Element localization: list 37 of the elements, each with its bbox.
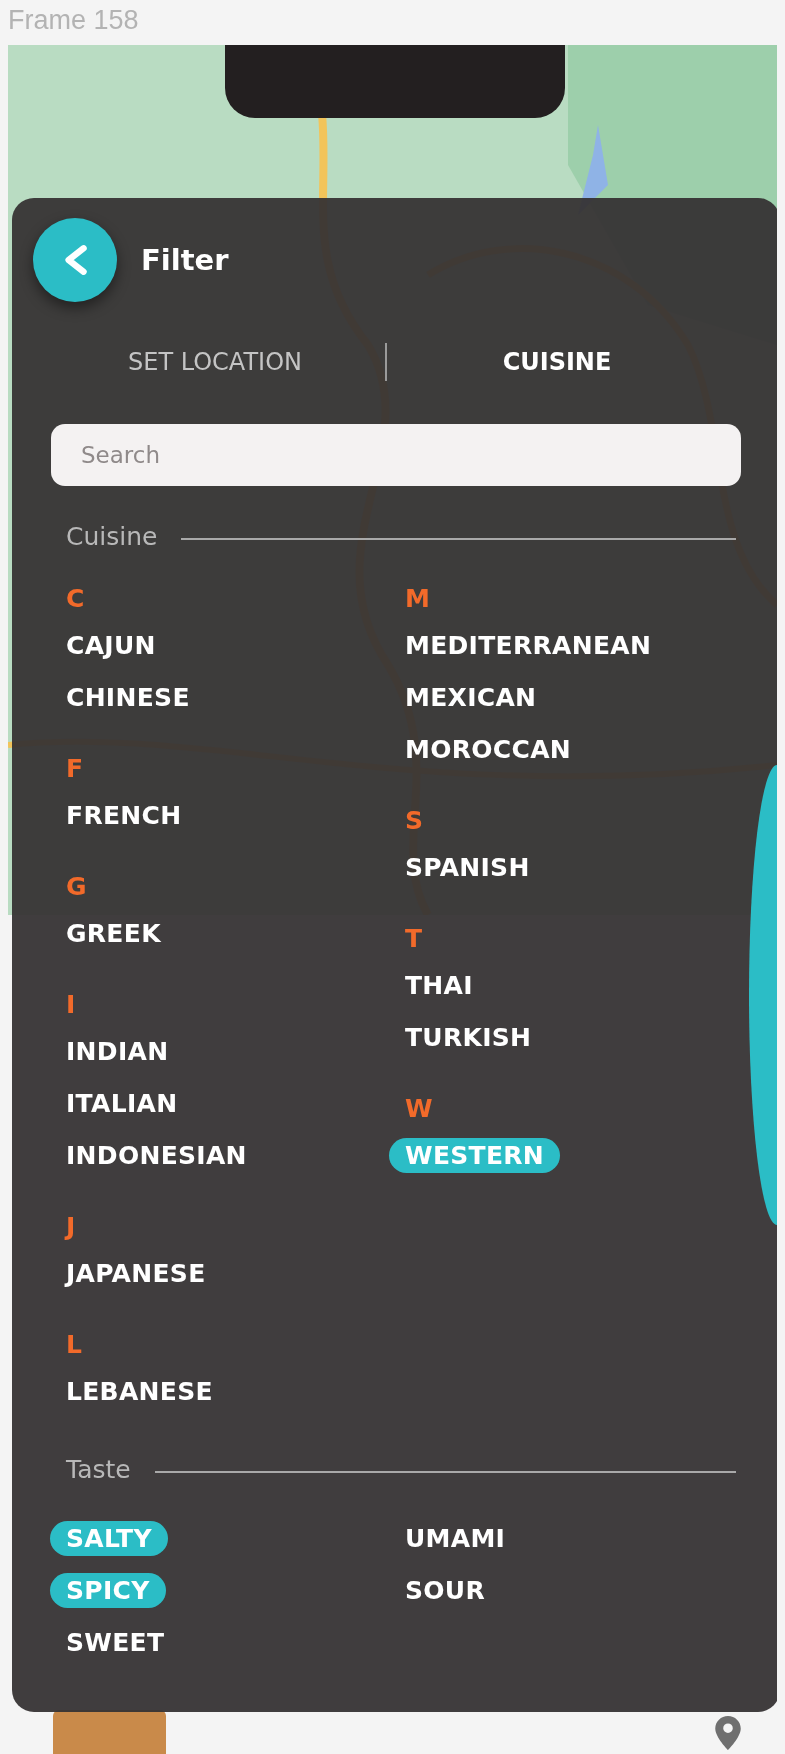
back-chevron-icon: [62, 244, 88, 276]
option-chip[interactable]: CAJUN: [50, 627, 172, 663]
option-chip[interactable]: MEDITERRANEAN: [389, 627, 668, 663]
section-heading: Taste: [66, 1455, 131, 1484]
option-chip[interactable]: SOUR: [389, 1572, 501, 1608]
location-pin-icon: [715, 1716, 741, 1750]
option-chip[interactable]: TURKISH: [389, 1019, 548, 1055]
option-chip[interactable]: MOROCCAN: [389, 731, 587, 767]
letter-heading: F: [66, 753, 85, 785]
filter-tab[interactable]: SET LOCATION: [65, 348, 365, 376]
option-chip[interactable]: UMAMI: [389, 1520, 522, 1556]
letter-heading: J: [66, 1211, 77, 1243]
letter-heading: G: [66, 871, 88, 903]
search-field[interactable]: Search: [51, 424, 741, 486]
option-chip[interactable]: SPANISH: [389, 849, 546, 885]
option-chip[interactable]: LEBANESE: [50, 1373, 229, 1409]
option-chip[interactable]: GREEK: [50, 915, 177, 951]
letter-heading: L: [66, 1329, 83, 1361]
filter-tab[interactable]: CUISINE: [407, 348, 707, 376]
option-chip[interactable]: JAPANESE: [50, 1255, 222, 1291]
option-chip[interactable]: MEXICAN: [389, 679, 553, 715]
option-chip[interactable]: THAI: [389, 967, 489, 1003]
section-heading: Cuisine: [66, 522, 158, 551]
option-chip[interactable]: INDONESIAN: [50, 1137, 263, 1173]
letter-heading: S: [405, 805, 424, 837]
filter-title: Filter: [141, 243, 229, 277]
letter-heading: W: [405, 1093, 434, 1125]
option-chip[interactable]: INDIAN: [50, 1033, 185, 1069]
letter-heading: M: [405, 583, 431, 615]
option-chip[interactable]: CHINESE: [50, 679, 206, 715]
letter-heading: C: [66, 583, 86, 615]
letter-heading: T: [405, 923, 424, 955]
letter-heading: I: [66, 989, 77, 1021]
option-chip[interactable]: FRENCH: [50, 797, 198, 833]
option-chip[interactable]: ITALIAN: [50, 1085, 194, 1121]
option-chip[interactable]: SWEET: [50, 1624, 181, 1660]
frame-label: Frame 158: [7, 4, 140, 37]
